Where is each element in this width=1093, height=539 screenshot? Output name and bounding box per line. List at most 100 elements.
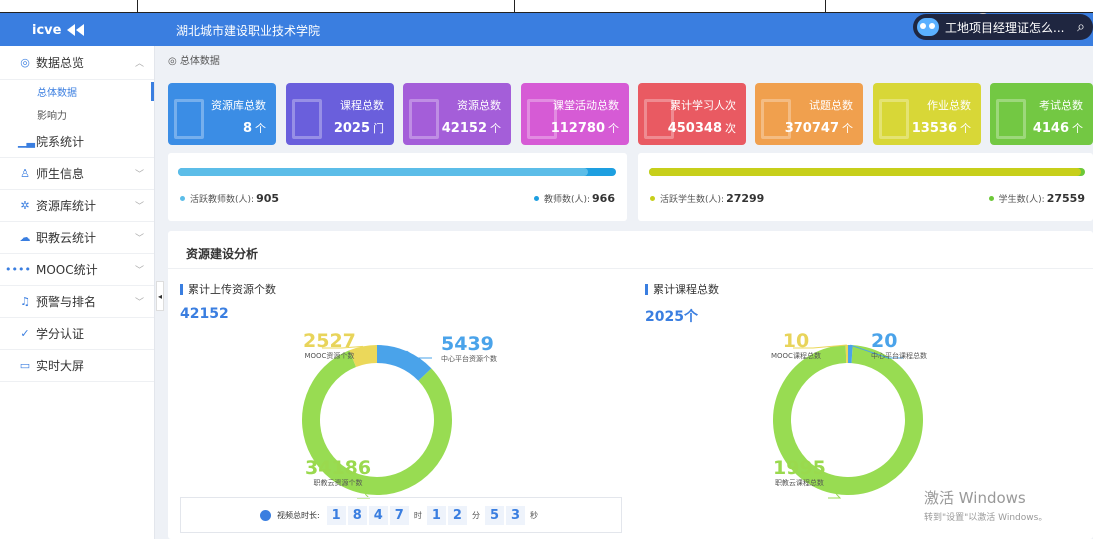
card-questions[interactable]: 试题总数 370747 个: [755, 83, 863, 145]
card-class-activities[interactable]: 课堂活动总数 112780 个: [521, 83, 629, 145]
right-label-mooc: 10 MOOC课程总数: [771, 331, 821, 361]
cube-icon: ◎: [20, 56, 30, 69]
card-deco-icon: [292, 99, 322, 139]
legend-dot-icon: [533, 196, 539, 201]
card-value: 8: [242, 121, 252, 136]
left-label-center: 5439 中心平台资源个数: [441, 334, 497, 364]
sidebar-item-credit[interactable]: ✓ 学分认证: [0, 318, 154, 350]
card-learning-visits[interactable]: 累计学习人次 450348 次: [638, 83, 746, 145]
chevron-up-icon[interactable]: ︿: [135, 56, 144, 69]
search-bar[interactable]: 工地项目经理证怎么... ⌕: [913, 14, 1093, 40]
sidebar-item-overview[interactable]: ◎ 数据总览 ︿: [0, 46, 154, 80]
card-value: 42152: [441, 121, 487, 136]
timer-digit: 4: [368, 505, 388, 525]
label-text: 中心平台课程总数: [871, 352, 927, 360]
active-students-label: 活跃学生数(人):: [660, 195, 725, 205]
total-students-stat: 学生数(人): 27559: [988, 192, 1085, 205]
sidebar-sub-overall-data[interactable]: 总体数据: [0, 80, 154, 103]
sidebar-item-label: 职教云统计: [36, 231, 97, 245]
check-circle-icon: ✓: [20, 327, 30, 340]
sidebar-item-label: 师生信息: [36, 167, 85, 181]
timer-digit: 8: [347, 505, 367, 525]
total-students-value: 27559: [1046, 192, 1085, 205]
sidebar-item-label: 数据总览: [36, 56, 85, 70]
left-label-mooc: 2527 MOOC资源个数: [303, 331, 356, 361]
assistant-icon[interactable]: [917, 18, 939, 36]
sidebar-item-warning-ranking[interactable]: ♫ 预警与排名 ﹀: [0, 286, 154, 318]
monitor-icon: ▭: [19, 359, 31, 372]
card-unit: 个: [1072, 122, 1083, 135]
card-title: 试题总数: [809, 99, 853, 112]
label-value: 1995: [773, 457, 826, 479]
left-subtitle-text: 累计上传资源个数: [188, 283, 276, 296]
school-name: 湖北城市建设职业技术学院: [176, 24, 321, 38]
card-title: 累计学习人次: [670, 99, 736, 112]
label-text: 中心平台资源个数: [441, 355, 497, 363]
cloud-icon: ☁: [19, 231, 31, 244]
sidebar-item-mooc[interactable]: •••• MOOC统计 ﹀: [0, 254, 154, 286]
card-resources[interactable]: 资源总数 42152 个: [403, 83, 511, 145]
teacher-panel: 活跃教师数(人): 905 教师数(人): 966: [168, 153, 627, 221]
sidebar-item-label: MOOC统计: [36, 263, 98, 277]
bell-icon: ♫: [20, 295, 30, 308]
card-resource-library[interactable]: 资源库总数 8个: [168, 83, 276, 145]
sidebar-item-resource-library[interactable]: ✲ 资源库统计 ﹀: [0, 190, 154, 222]
active-teachers-value: 905: [256, 192, 280, 205]
search-icon[interactable]: ⌕: [1077, 19, 1085, 35]
timer-digit: 1: [326, 505, 346, 525]
icve-logo[interactable]: icve: [32, 19, 122, 41]
card-value: 2025: [333, 121, 370, 136]
breadcrumb: ◎ 总体数据: [168, 52, 220, 67]
card-unit: 个: [960, 122, 971, 135]
label-value: 2527: [303, 330, 356, 352]
card-courses[interactable]: 课程总数 2025 门: [286, 83, 394, 145]
right-subtitle: 累计课程总数: [645, 281, 719, 297]
sidebar-item-cloud[interactable]: ☁ 职教云统计 ﹀: [0, 222, 154, 254]
cube-icon: ◎: [168, 56, 177, 67]
sidebar-item-departments[interactable]: ▁▃ 院系统计: [0, 126, 154, 158]
card-title: 考试总数: [1039, 99, 1083, 112]
right-label-cloud: 1995 职教云课程总数: [773, 458, 826, 488]
breadcrumb-text: 总体数据: [179, 56, 220, 67]
card-title: 课程总数: [340, 99, 384, 112]
active-teachers-label: 活跃教师数(人):: [190, 195, 255, 205]
chevron-down-icon[interactable]: ﹀: [135, 263, 144, 276]
sidebar-sub-influence[interactable]: 影响力: [0, 103, 154, 126]
windows-activation-watermark: 激活 Windows 转到"设置"以激活 Windows。: [924, 487, 1047, 523]
chevron-down-icon[interactable]: ﹀: [135, 231, 144, 244]
sidebar-collapse-toggle[interactable]: ◂: [156, 281, 164, 311]
timer-digit: 2: [447, 505, 467, 525]
timer-unit: 秒: [530, 510, 539, 520]
card-title: 课堂活动总数: [553, 99, 619, 112]
legend-dot-icon: [650, 196, 655, 201]
card-exams[interactable]: 考试总数 4146 个: [990, 83, 1093, 145]
sidebar-item-big-screen[interactable]: ▭ 实时大屏: [0, 350, 154, 382]
chevron-down-icon[interactable]: ﹀: [135, 199, 144, 212]
label-text: 职教云课程总数: [774, 479, 824, 487]
timer-digit: 5: [484, 505, 504, 525]
logo-arrows-icon: [67, 24, 85, 36]
card-value: 370747: [784, 121, 839, 136]
chevron-down-icon[interactable]: ﹀: [135, 295, 144, 308]
card-homework[interactable]: 作业总数 13536 个: [873, 83, 981, 145]
student-active-bar: [649, 168, 1081, 176]
card-value: 13536: [911, 121, 957, 136]
card-deco-icon: [409, 99, 439, 139]
clock-icon: [259, 509, 271, 521]
card-title: 资源库总数: [211, 99, 266, 112]
card-title: 作业总数: [927, 99, 971, 112]
label-value: 20: [871, 330, 898, 352]
label-value: 5439: [441, 333, 494, 355]
sidebar-item-label: 学分认证: [36, 327, 85, 341]
search-text[interactable]: 工地项目经理证怎么...: [945, 19, 1064, 36]
total-students-label: 学生数(人):: [998, 195, 1045, 205]
timer-digit: 1: [426, 505, 446, 525]
chevron-down-icon[interactable]: ﹀: [135, 167, 144, 180]
label-value: 34186: [305, 457, 372, 479]
active-teachers-stat: 活跃教师数(人): 905: [180, 192, 279, 205]
video-duration-panel: 视频总时长: 1 8 4 7 时 1 2 分 5 3 秒: [180, 497, 622, 533]
watermark-line1: 激活 Windows: [924, 489, 1026, 507]
watermark-line2: 转到"设置"以激活 Windows。: [924, 513, 1048, 523]
active-students-value: 27299: [726, 192, 765, 205]
sidebar-item-teachers-students[interactable]: ♙ 师生信息 ﹀: [0, 158, 154, 190]
